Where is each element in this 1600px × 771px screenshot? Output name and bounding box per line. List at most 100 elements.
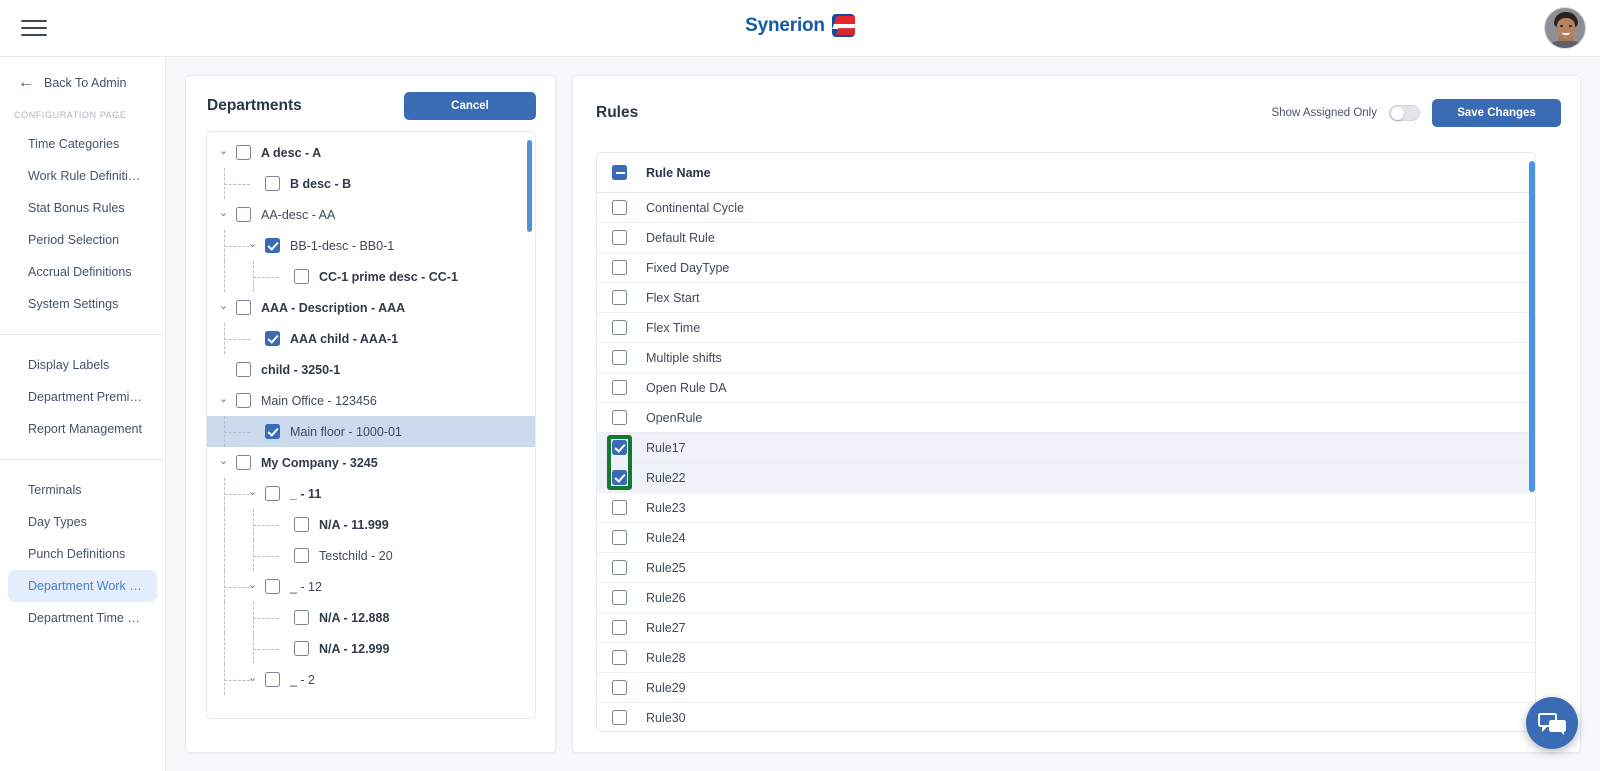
chevron-down-icon[interactable]: ⌄ — [217, 146, 230, 159]
tree-node-checkbox[interactable] — [265, 579, 280, 594]
tree-node[interactable]: ⌄ BB-1-desc - BB0-1 — [207, 230, 535, 261]
tree-node-checkbox[interactable] — [236, 300, 251, 315]
table-row[interactable]: OpenRule — [597, 403, 1535, 433]
table-row[interactable]: Open Rule DA — [597, 373, 1535, 403]
rule-checkbox[interactable] — [612, 590, 627, 605]
rule-checkbox[interactable] — [612, 290, 627, 305]
chevron-down-icon[interactable]: ⌄ — [217, 456, 230, 469]
table-row[interactable]: Continental Cycle — [597, 193, 1535, 223]
sidebar-item-time-categories[interactable]: Time Categories — [8, 128, 157, 160]
tree-node-checkbox[interactable] — [236, 393, 251, 408]
tree-node-checkbox[interactable] — [265, 331, 280, 346]
rule-checkbox[interactable] — [612, 440, 627, 455]
sidebar-item-day-types[interactable]: Day Types — [8, 506, 157, 538]
tree-node[interactable]: ⌄N/A - 11.999 — [207, 509, 535, 540]
table-row[interactable]: Rule24 — [597, 523, 1535, 553]
tree-node-checkbox[interactable] — [265, 424, 280, 439]
tree-node[interactable]: ⌄ _ - 2 — [207, 664, 535, 695]
sidebar-item-department-time-category[interactable]: Department Time Category ... — [8, 602, 157, 634]
cancel-button[interactable]: Cancel — [404, 92, 536, 120]
tree-node-checkbox[interactable] — [236, 362, 251, 377]
table-row[interactable]: Rule26 — [597, 583, 1535, 613]
table-row[interactable]: Fixed DayType — [597, 253, 1535, 283]
tree-scrollbar[interactable] — [527, 140, 532, 232]
tree-node[interactable]: ⌄B desc - B — [207, 168, 535, 199]
rule-checkbox[interactable] — [612, 620, 627, 635]
tree-node-checkbox[interactable] — [294, 610, 309, 625]
rules-scrollbar[interactable] — [1529, 161, 1535, 492]
sidebar-item-terminals[interactable]: Terminals — [8, 474, 157, 506]
back-to-admin-button[interactable]: ← Back To Admin — [0, 57, 165, 91]
rule-checkbox[interactable] — [612, 650, 627, 665]
show-assigned-only-toggle[interactable] — [1389, 105, 1420, 121]
tree-node[interactable]: ⌄ AA-desc - AA — [207, 199, 535, 230]
sidebar-item-department-premiums[interactable]: Department Premiums — [8, 381, 157, 413]
tree-node[interactable]: ⌄AAA child - AAA-1 — [207, 323, 535, 354]
table-row[interactable]: Rule25 — [597, 553, 1535, 583]
tree-node-checkbox[interactable] — [294, 548, 309, 563]
sidebar-item-report-management[interactable]: Report Management — [8, 413, 157, 445]
tree-node[interactable]: ⌄ _ - 12 — [207, 571, 535, 602]
rule-checkbox[interactable] — [612, 470, 627, 485]
sidebar-item-department-work-rules-filter[interactable]: Department Work Rules Filt... — [8, 570, 157, 602]
table-row[interactable]: Rule22 — [597, 463, 1535, 493]
rule-checkbox[interactable] — [612, 500, 627, 515]
rule-checkbox[interactable] — [612, 350, 627, 365]
tree-node[interactable]: ⌄ My Company - 3245 — [207, 447, 535, 478]
chat-button[interactable] — [1526, 697, 1578, 749]
table-row[interactable]: Rule28 — [597, 643, 1535, 673]
table-row[interactable]: Multiple shifts — [597, 343, 1535, 373]
tree-node[interactable]: ⌄Testchild - 20 — [207, 540, 535, 571]
tree-node[interactable]: ⌄ A desc - A — [207, 137, 535, 168]
tree-node[interactable]: ⌄ _ - 11 — [207, 478, 535, 509]
table-row[interactable]: Rule29 — [597, 673, 1535, 703]
tree-node-checkbox[interactable] — [294, 641, 309, 656]
rule-checkbox[interactable] — [612, 230, 627, 245]
table-row[interactable]: Rule23 — [597, 493, 1535, 523]
table-row[interactable]: Rule27 — [597, 613, 1535, 643]
rule-checkbox[interactable] — [612, 530, 627, 545]
tree-node-checkbox[interactable] — [294, 269, 309, 284]
tree-node-checkbox[interactable] — [236, 145, 251, 160]
tree-node-checkbox[interactable] — [265, 486, 280, 501]
chevron-down-icon[interactable]: ⌄ — [217, 301, 230, 314]
hamburger-icon[interactable] — [21, 17, 47, 39]
rule-checkbox[interactable] — [612, 380, 627, 395]
tree-node-checkbox[interactable] — [294, 517, 309, 532]
tree-node[interactable]: ⌄child - 3250-1 — [207, 354, 535, 385]
table-row[interactable]: Flex Time — [597, 313, 1535, 343]
tree-node[interactable]: ⌄Main floor - 1000-01 — [207, 416, 535, 447]
rule-checkbox[interactable] — [612, 260, 627, 275]
table-row[interactable]: Rule17 — [597, 433, 1535, 463]
tree-node[interactable]: ⌄ AAA - Description - AAA — [207, 292, 535, 323]
sidebar-item-system-settings[interactable]: System Settings — [8, 288, 157, 320]
sidebar-item-period-selection[interactable]: Period Selection — [8, 224, 157, 256]
tree-node-checkbox[interactable] — [265, 238, 280, 253]
tree-node-checkbox[interactable] — [236, 207, 251, 222]
tree-node-checkbox[interactable] — [236, 455, 251, 470]
save-changes-button[interactable]: Save Changes — [1432, 99, 1561, 127]
rule-checkbox[interactable] — [612, 680, 627, 695]
avatar[interactable] — [1544, 7, 1586, 49]
tree-node[interactable]: ⌄N/A - 12.999 — [207, 633, 535, 664]
rule-checkbox[interactable] — [612, 320, 627, 335]
rule-checkbox[interactable] — [612, 710, 627, 725]
sidebar-item-display-labels[interactable]: Display Labels — [8, 349, 157, 381]
rule-checkbox[interactable] — [612, 200, 627, 215]
tree-node[interactable]: ⌄ Main Office - 123456 — [207, 385, 535, 416]
sidebar-item-accrual-definitions[interactable]: Accrual Definitions — [8, 256, 157, 288]
sidebar-item-work-rule-definitions[interactable]: Work Rule Definitions — [8, 160, 157, 192]
tree-node[interactable]: ⌄N/A - 12.888 — [207, 602, 535, 633]
chevron-down-icon[interactable]: ⌄ — [217, 208, 230, 221]
table-row[interactable]: Rule30 — [597, 703, 1535, 731]
chevron-down-icon[interactable]: ⌄ — [217, 394, 230, 407]
tree-node-checkbox[interactable] — [265, 672, 280, 687]
select-all-checkbox[interactable] — [612, 165, 627, 180]
rule-checkbox[interactable] — [612, 560, 627, 575]
sidebar-item-punch-definitions[interactable]: Punch Definitions — [8, 538, 157, 570]
tree-node[interactable]: ⌄CC-1 prime desc - CC-1 — [207, 261, 535, 292]
tree-node-checkbox[interactable] — [265, 176, 280, 191]
rule-checkbox[interactable] — [612, 410, 627, 425]
table-row[interactable]: Flex Start — [597, 283, 1535, 313]
table-row[interactable]: Default Rule — [597, 223, 1535, 253]
